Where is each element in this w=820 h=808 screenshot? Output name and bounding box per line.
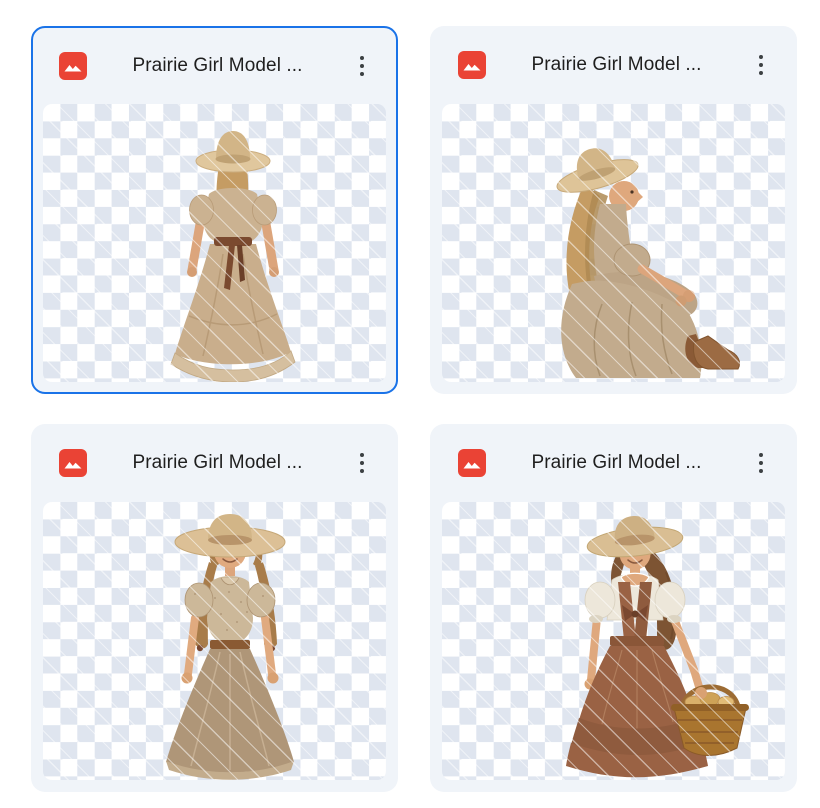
image-preview[interactable]	[43, 104, 386, 382]
more-options-icon[interactable]	[348, 449, 376, 477]
file-title: Prairie Girl Model ...	[486, 452, 747, 474]
prairie-girl-front-standing-image	[43, 502, 386, 780]
image-preview[interactable]	[442, 104, 785, 382]
file-card-header: Prairie Girl Model ...	[430, 26, 797, 104]
file-card-header: Prairie Girl Model ...	[31, 424, 398, 502]
image-file-icon	[458, 51, 486, 79]
image-preview[interactable]	[442, 502, 785, 780]
prairie-girl-seated-profile-image	[442, 104, 785, 382]
file-title: Prairie Girl Model ...	[87, 452, 348, 474]
more-options-icon[interactable]	[747, 449, 775, 477]
image-file-icon	[458, 449, 486, 477]
file-card[interactable]: Prairie Girl Model ...	[430, 424, 797, 792]
more-options-icon[interactable]	[348, 52, 376, 80]
prairie-girl-back-view-image	[43, 104, 386, 382]
image-file-icon	[59, 449, 87, 477]
more-options-icon[interactable]	[747, 51, 775, 79]
image-preview[interactable]	[43, 502, 386, 780]
file-card[interactable]: Prairie Girl Model ...	[430, 26, 797, 394]
prairie-girl-with-basket-image	[442, 502, 785, 780]
file-title: Prairie Girl Model ...	[87, 55, 348, 77]
file-card-grid: Prairie Girl Model ...	[31, 26, 797, 792]
file-title: Prairie Girl Model ...	[486, 54, 747, 76]
image-file-icon	[59, 52, 87, 80]
file-card-header: Prairie Girl Model ...	[33, 28, 396, 104]
file-card-header: Prairie Girl Model ...	[430, 424, 797, 502]
file-card[interactable]: Prairie Girl Model ...	[31, 424, 398, 792]
file-card[interactable]: Prairie Girl Model ...	[31, 26, 398, 394]
